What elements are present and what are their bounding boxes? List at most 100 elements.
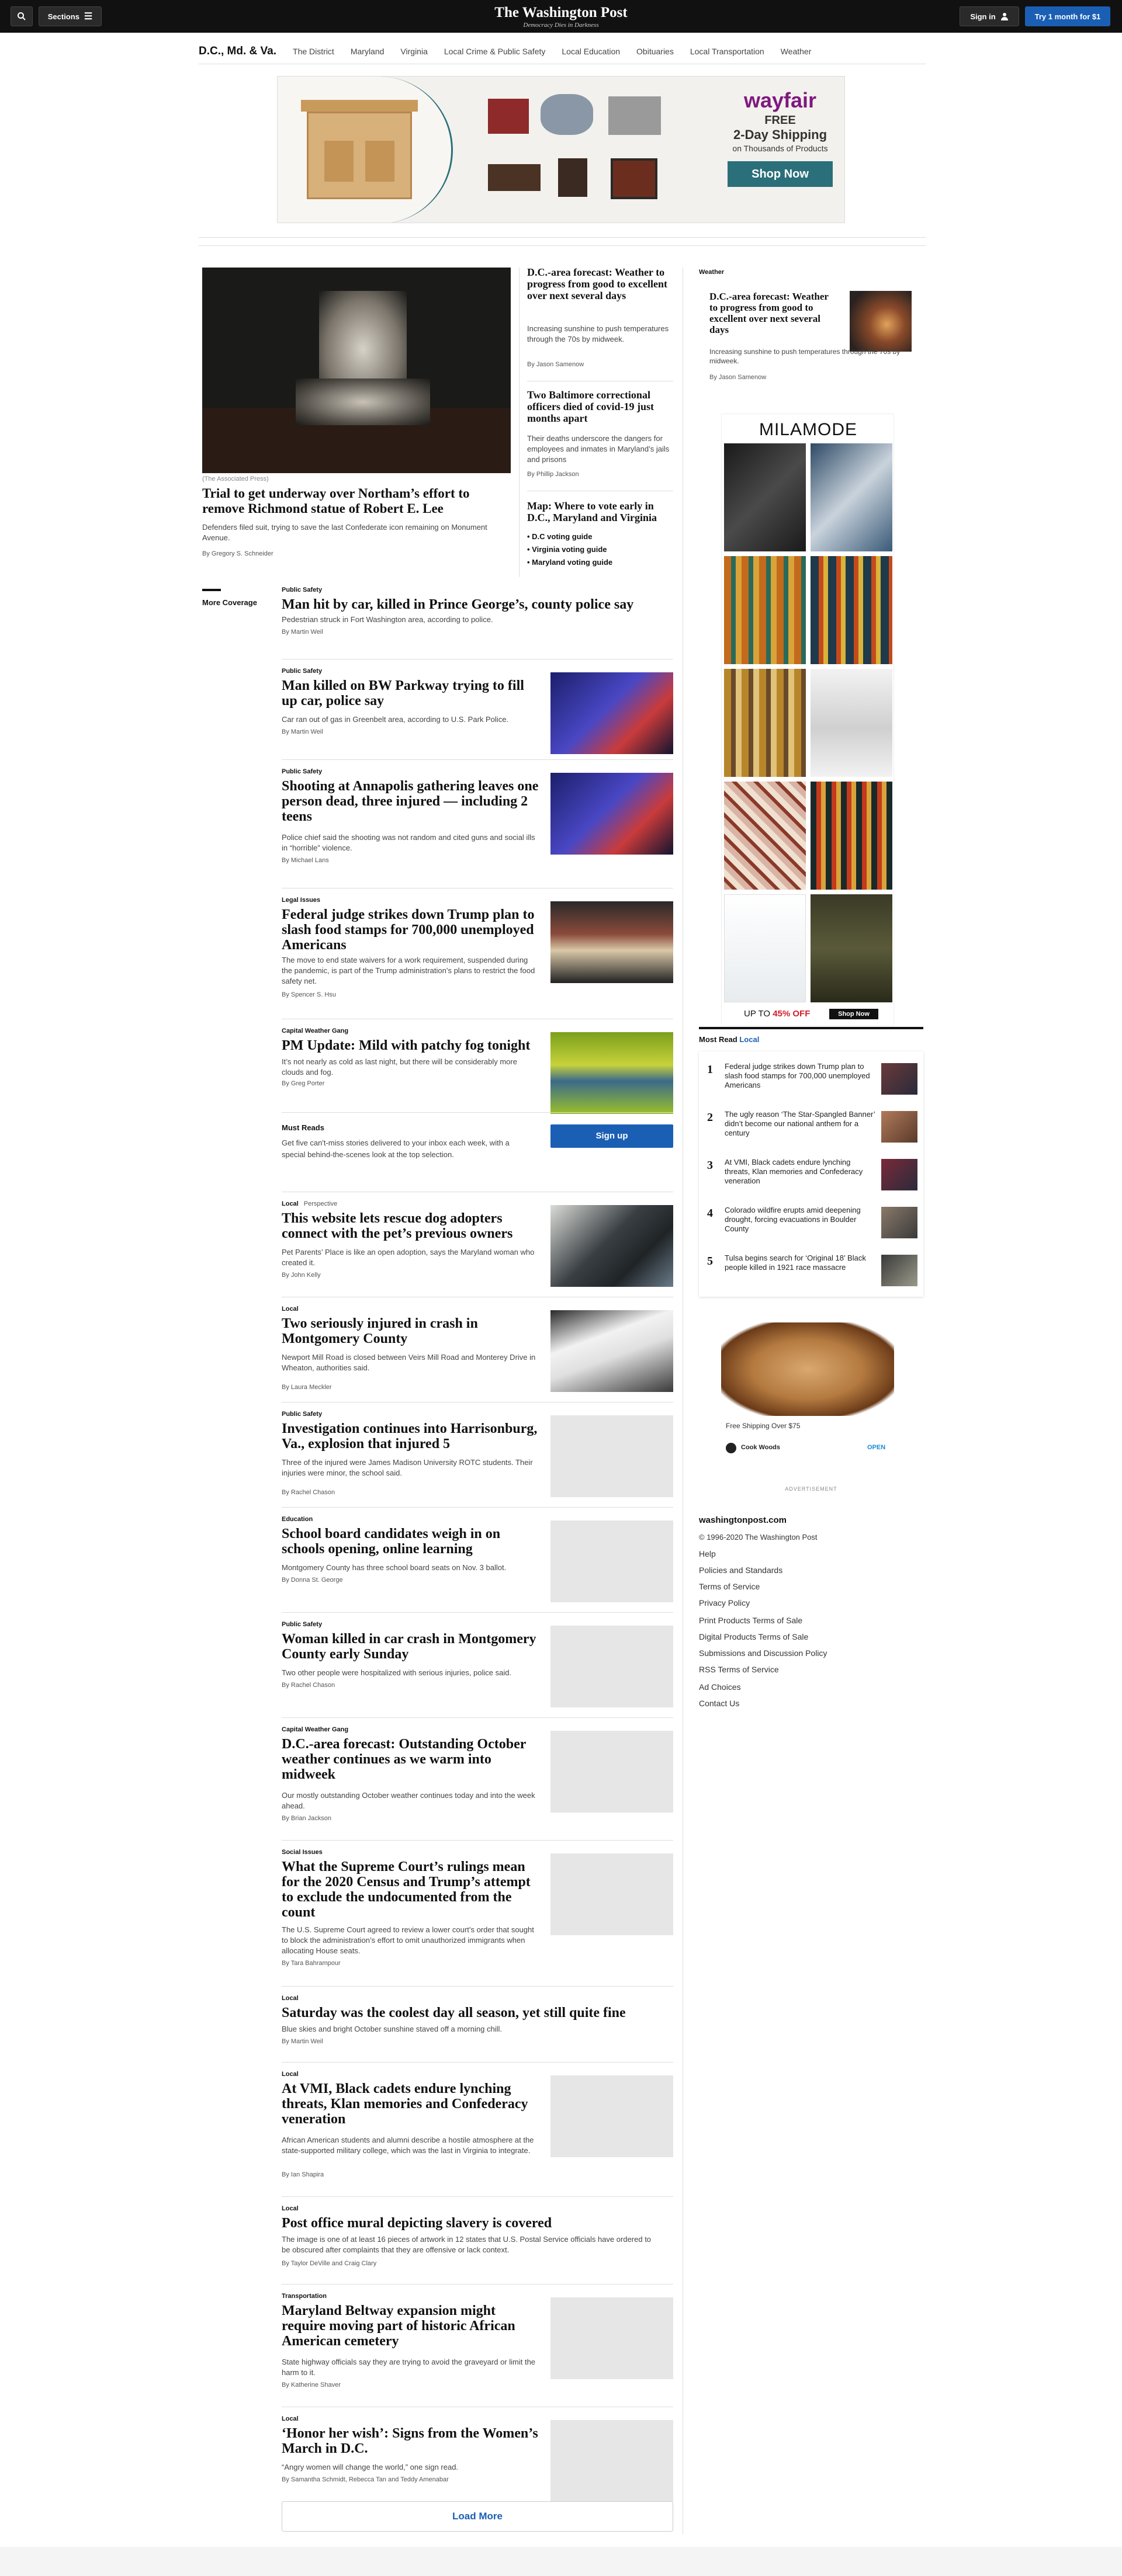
- story-byline[interactable]: By Martin Weil: [282, 728, 323, 735]
- footer-link-contact[interactable]: Contact Us: [699, 1699, 739, 1708]
- side-headline-3[interactable]: Map: Where to vote early in D.C., Maryla…: [527, 500, 673, 523]
- nav-link-obituaries[interactable]: Obituaries: [636, 47, 674, 56]
- nav-link-weather[interactable]: Weather: [781, 47, 812, 56]
- voting-guide-md[interactable]: • Maryland voting guide: [527, 556, 673, 569]
- section-title[interactable]: D.C., Md. & Va.: [199, 45, 276, 58]
- story-byline[interactable]: By Tara Bahrampour: [282, 1960, 341, 1967]
- story-byline[interactable]: By Rachel Chason: [282, 1489, 335, 1496]
- story-byline[interactable]: By Greg Porter: [282, 1080, 324, 1087]
- footer-link-print-terms[interactable]: Print Products Terms of Sale: [699, 1616, 802, 1625]
- story-byline[interactable]: By Donna St. George: [282, 1577, 343, 1584]
- weather-thumbnail[interactable]: [850, 291, 912, 352]
- story-kicker[interactable]: Transportation: [282, 2293, 327, 2300]
- load-more-button[interactable]: Load More: [282, 2501, 673, 2532]
- story-headline[interactable]: Investigation continues into Harrisonbur…: [282, 1421, 539, 1452]
- most-read-text[interactable]: The ugly reason ‘The Star-Spangled Banne…: [725, 1110, 877, 1138]
- story-headline[interactable]: Saturday was the coolest day all season,…: [282, 2005, 656, 2020]
- story-kicker[interactable]: Legal Issues: [282, 897, 320, 904]
- story-headline[interactable]: PM Update: Mild with patchy fog tonight: [282, 1038, 539, 1053]
- footer-link-privacy[interactable]: Privacy Policy: [699, 1598, 750, 1608]
- story-headline[interactable]: School board candidates weigh in on scho…: [282, 1526, 539, 1557]
- lead-byline[interactable]: By Gregory S. Schneider: [202, 550, 273, 557]
- lead-headline[interactable]: Trial to get underway over Northam’s eff…: [202, 486, 511, 516]
- story-headline[interactable]: Shooting at Annapolis gathering leaves o…: [282, 779, 539, 824]
- story-byline[interactable]: By Martin Weil: [282, 2038, 323, 2045]
- story-thumbnail[interactable]: [550, 1626, 673, 1707]
- story-kicker[interactable]: Public Safety: [282, 768, 322, 775]
- story-kicker[interactable]: Local: [282, 1995, 299, 2002]
- story-kicker[interactable]: Public Safety: [282, 668, 322, 675]
- voting-guide-dc[interactable]: • D.C voting guide: [527, 530, 673, 543]
- story-thumbnail[interactable]: [550, 672, 673, 754]
- most-read-text[interactable]: At VMI, Black cadets endure lynching thr…: [725, 1158, 877, 1186]
- story-headline[interactable]: What the Supreme Court’s rulings mean fo…: [282, 1859, 539, 1920]
- side-byline-2[interactable]: By Phillip Jackson: [527, 471, 579, 478]
- story-headline[interactable]: Man hit by car, killed in Prince George’…: [282, 597, 656, 612]
- story-byline[interactable]: By Samantha Schmidt, Rebecca Tan and Ted…: [282, 2476, 449, 2483]
- voting-guide-va[interactable]: • Virginia voting guide: [527, 543, 673, 556]
- story-thumbnail[interactable]: [550, 773, 673, 855]
- nav-link-virginia[interactable]: Virginia: [400, 47, 427, 56]
- milamode-ad[interactable]: MILAMODE UP TO 45% OFF Shop Now: [721, 414, 894, 1026]
- footer-link-terms[interactable]: Terms of Service: [699, 1582, 760, 1591]
- story-headline[interactable]: At VMI, Black cadets endure lynching thr…: [282, 2081, 539, 2127]
- story-byline[interactable]: By John Kelly: [282, 1272, 321, 1279]
- story-kicker[interactable]: Local: [282, 2415, 299, 2422]
- story-thumbnail[interactable]: [550, 1415, 673, 1497]
- story-kicker[interactable]: Education: [282, 1516, 313, 1523]
- ad-shop-now-button[interactable]: Shop Now: [728, 161, 833, 187]
- story-byline[interactable]: By Laura Meckler: [282, 1384, 332, 1391]
- story-thumbnail[interactable]: [550, 2075, 673, 2157]
- most-read-text[interactable]: Colorado wildfire erupts amid deepening …: [725, 1206, 877, 1234]
- side-byline-1[interactable]: By Jason Samenow: [527, 361, 584, 368]
- sign-in-button[interactable]: Sign in: [960, 6, 1019, 26]
- story-byline[interactable]: By Katherine Shaver: [282, 2381, 341, 2388]
- nav-link-district[interactable]: The District: [293, 47, 334, 56]
- story-kicker[interactable]: Capital Weather Gang: [282, 1726, 348, 1733]
- story-byline[interactable]: By Rachel Chason: [282, 1682, 335, 1689]
- story-headline[interactable]: ‘Honor her wish’: Signs from the Women’s…: [282, 2426, 539, 2456]
- story-thumbnail[interactable]: [550, 2420, 673, 2502]
- footer-link-rss[interactable]: RSS Terms of Service: [699, 1665, 779, 1674]
- story-byline[interactable]: By Taylor DeVille and Craig Clary: [282, 2260, 376, 2267]
- story-kicker[interactable]: Local: [282, 2071, 299, 2078]
- nav-link-education[interactable]: Local Education: [562, 47, 620, 56]
- nav-link-maryland[interactable]: Maryland: [351, 47, 385, 56]
- story-headline[interactable]: Two seriously injured in crash in Montgo…: [282, 1316, 539, 1346]
- ad3-open-button[interactable]: OPEN: [867, 1444, 885, 1451]
- signup-button[interactable]: Sign up: [550, 1124, 673, 1148]
- story-thumbnail[interactable]: [550, 1731, 673, 1813]
- story-thumbnail[interactable]: [550, 1520, 673, 1602]
- weather-byline[interactable]: By Jason Samenow: [709, 374, 766, 381]
- story-kicker[interactable]: Social Issues: [282, 1849, 323, 1856]
- story-thumbnail[interactable]: [550, 901, 673, 983]
- most-read-thumbnail[interactable]: [881, 1111, 917, 1143]
- story-thumbnail[interactable]: [550, 1853, 673, 1935]
- story-kicker[interactable]: Local: [282, 1306, 299, 1313]
- most-read-item[interactable]: 5 Tulsa begins search for ‘Original 18’ …: [699, 1249, 923, 1290]
- most-read-item[interactable]: 4 Colorado wildfire erupts amid deepenin…: [699, 1201, 923, 1242]
- weather-headline[interactable]: D.C.-area forecast: Weather to progress …: [709, 291, 838, 335]
- story-kicker[interactable]: Public Safety: [282, 1411, 322, 1418]
- footer-link-policies[interactable]: Policies and Standards: [699, 1565, 782, 1575]
- story-headline[interactable]: D.C.-area forecast: Outstanding October …: [282, 1737, 539, 1782]
- story-byline[interactable]: By Martin Weil: [282, 629, 323, 636]
- story-kicker[interactable]: Local: [282, 2205, 299, 2212]
- story-byline[interactable]: By Spencer S. Hsu: [282, 991, 336, 998]
- story-headline[interactable]: Man killed on BW Parkway trying to fill …: [282, 678, 539, 709]
- nav-link-crime[interactable]: Local Crime & Public Safety: [444, 47, 546, 56]
- story-byline[interactable]: By Brian Jackson: [282, 1815, 331, 1822]
- story-byline[interactable]: By Michael Lans: [282, 857, 329, 864]
- most-read-text[interactable]: Tulsa begins search for ‘Original 18’ Bl…: [725, 1254, 877, 1272]
- footer-link-help[interactable]: Help: [699, 1549, 716, 1558]
- subscribe-button[interactable]: Try 1 month for $1: [1025, 6, 1110, 26]
- story-thumbnail[interactable]: [550, 1205, 673, 1287]
- footer-link-digital-terms[interactable]: Digital Products Terms of Sale: [699, 1632, 808, 1641]
- footer-link-ad-choices[interactable]: Ad Choices: [699, 1682, 741, 1692]
- most-read-item[interactable]: 1 Federal judge strikes down Trump plan …: [699, 1057, 923, 1098]
- story-headline[interactable]: Maryland Beltway expansion might require…: [282, 2303, 539, 2349]
- nav-link-transportation[interactable]: Local Transportation: [690, 47, 764, 56]
- most-read-thumbnail[interactable]: [881, 1207, 917, 1238]
- story-headline[interactable]: Woman killed in car crash in Montgomery …: [282, 1631, 539, 1662]
- most-read-sub[interactable]: Local: [739, 1035, 759, 1044]
